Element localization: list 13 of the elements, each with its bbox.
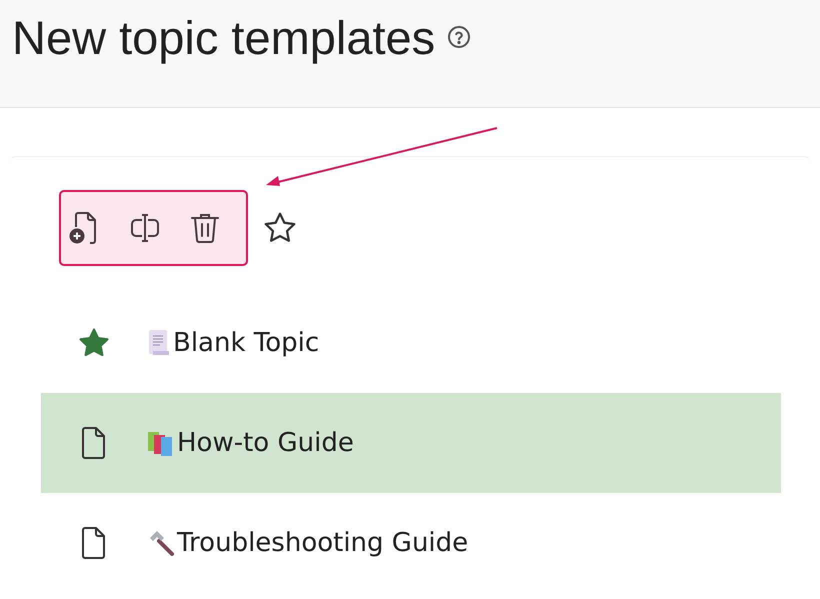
split-icon[interactable] [128, 211, 162, 245]
template-name: Blank Topic [173, 326, 320, 360]
template-name: Troubleshooting Guide [177, 526, 468, 560]
template-row[interactable]: Blank Topic [41, 293, 781, 393]
template-row[interactable]: How-to Guide [41, 393, 781, 493]
file-icon [81, 526, 107, 560]
template-name: How-to Guide [177, 426, 354, 460]
page-title: New topic templates [12, 10, 436, 66]
scroll-icon [147, 329, 171, 357]
books-icon [147, 429, 175, 457]
template-row[interactable]: Troubleshooting Guide [41, 493, 781, 593]
help-icon[interactable] [447, 25, 472, 49]
file-icon [81, 426, 107, 460]
